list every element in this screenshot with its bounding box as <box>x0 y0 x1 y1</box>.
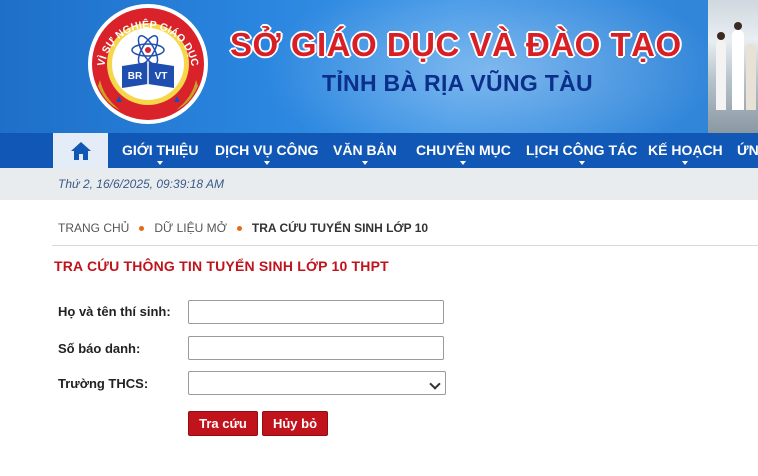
search-button[interactable]: Tra cứu <box>188 411 258 436</box>
chevron-down-icon <box>429 378 441 390</box>
page-title: TRA CỨU THÔNG TIN TUYỂN SINH LỚP 10 THPT <box>54 258 389 274</box>
name-label: Họ và tên thí sinh: <box>58 304 171 319</box>
school-label: Trường THCS: <box>58 376 149 391</box>
breadcrumb-dot-icon <box>139 225 145 231</box>
nav-item-lich-cong-tac[interactable]: LỊCH CÔNG TÁC <box>526 133 637 168</box>
nav-home[interactable] <box>53 133 108 168</box>
breadcrumb-open-data[interactable]: DỮ LIỆU MỞ <box>154 221 227 235</box>
department-logo[interactable]: VÌ SỰ NGHIỆP GIÁO DỤC BR VT <box>82 2 214 126</box>
banner-glow <box>260 0 720 133</box>
nav-item-ke-hoach[interactable]: KẾ HOẠCH <box>648 133 723 168</box>
chevron-down-icon <box>263 161 270 165</box>
header-banner: VÌ SỰ NGHIỆP GIÁO DỤC BR VT SỞ GIÁO DỤC … <box>0 0 758 133</box>
breadcrumb-current: TRA CỨU TUYỂN SINH LỚP 10 <box>251 221 429 235</box>
student-id-field[interactable] <box>188 336 444 360</box>
breadcrumb: TRANG CHỦ DỮ LIỆU MỞ TRA CỨU TUYỂN SINH LỚ… <box>58 221 428 235</box>
logo-right-letters: VT <box>155 71 168 82</box>
nav-item-van-ban[interactable]: VĂN BẢN <box>333 133 397 168</box>
header-title: SỞ GIÁO DỤC VÀ ĐÀO TẠO <box>230 26 682 63</box>
header-subtitle: TỈNH BÀ RỊA VŨNG TÀU <box>322 70 593 96</box>
chevron-down-icon <box>361 161 368 165</box>
header-photo <box>708 0 758 133</box>
chevron-down-icon <box>157 161 164 165</box>
chevron-down-icon <box>578 161 585 165</box>
nav-item-chuyen-muc[interactable]: CHUYÊN MỤC <box>416 133 511 168</box>
name-field[interactable] <box>188 300 444 324</box>
nav-item-ung[interactable]: ỨNG <box>737 133 758 168</box>
logo-left-letters: BR <box>128 71 143 82</box>
breadcrumb-dot-icon <box>236 225 242 231</box>
student-id-label: Số báo danh: <box>58 341 141 356</box>
chevron-down-icon <box>460 161 467 165</box>
chevron-down-icon <box>682 161 689 165</box>
school-select[interactable] <box>188 371 446 395</box>
breadcrumb-home[interactable]: TRANG CHỦ <box>58 221 129 235</box>
date-bar: Thứ 2, 16/6/2025, 09:39:18 AM <box>0 168 758 200</box>
home-icon <box>70 141 91 160</box>
nav-item-gioi-thieu[interactable]: GIỚI THIỆU <box>122 133 199 168</box>
current-datetime: Thứ 2, 16/6/2025, 09:39:18 AM <box>58 177 224 191</box>
divider <box>52 245 758 246</box>
main-nav: GIỚI THIỆU DỊCH VỤ CÔNG VĂN BẢN CHUYÊN M… <box>0 133 758 168</box>
cancel-button[interactable]: Hủy bỏ <box>262 411 328 436</box>
nav-item-dich-vu-cong[interactable]: DỊCH VỤ CÔNG <box>215 133 318 168</box>
